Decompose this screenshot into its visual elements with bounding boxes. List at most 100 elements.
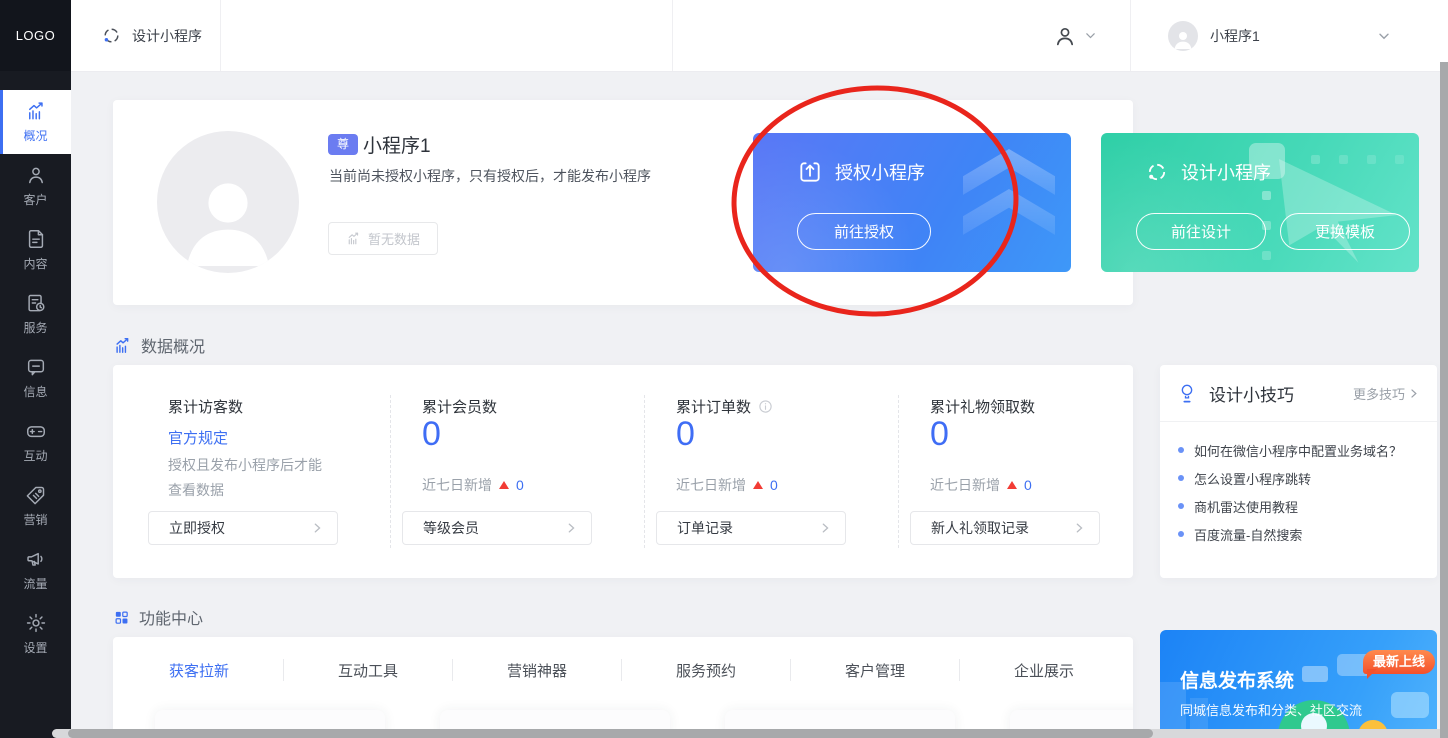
feature-center-title: 功能中心 — [113, 605, 203, 629]
more-tips-link[interactable]: 更多技巧 — [1353, 384, 1419, 403]
tip-link[interactable]: 如何在微信小程序中配置业务域名？ — [1178, 436, 1419, 464]
new-release-badge: 最新上线 — [1363, 650, 1435, 674]
stat-members: 累计会员数 0 近七日新增 0 等级会员 — [402, 365, 632, 578]
tab-customer-acquisition[interactable]: 获客拉新 — [115, 660, 283, 681]
chevron-right-icon — [565, 522, 577, 534]
sidebar-item-label: 流量 — [23, 575, 47, 592]
tip-link[interactable]: 怎么设置小程序跳转 — [1178, 464, 1419, 492]
go-design-button[interactable]: 前往设计 — [1136, 213, 1266, 250]
dashed-divider — [390, 395, 391, 548]
stat-gifts: 累计礼物领取数 0 近七日新增 0 新人礼领取记录 — [910, 365, 1140, 578]
chat-bubble-icon — [25, 356, 47, 378]
tips-title: 设计小技巧 — [1209, 381, 1294, 406]
stat-value: 0 — [676, 415, 695, 454]
design-miniprogram-card: 设计小程序 前往设计 更换模板 — [1101, 133, 1419, 272]
square-decoration — [1367, 155, 1376, 164]
design-card-title: 设计小程序 — [1181, 159, 1271, 185]
sidebar-item-label: 客户 — [23, 191, 47, 208]
gamepad-icon — [25, 420, 47, 442]
chart-icon — [113, 336, 132, 355]
bullet-dot — [1178, 475, 1184, 481]
tab-marketing-tools[interactable]: 营销神器 — [453, 660, 621, 681]
chevron-right-icon — [819, 522, 831, 534]
chevron-right-icon — [311, 522, 323, 534]
triangle-up-icon — [499, 481, 509, 489]
sidebar-item-label: 互动 — [23, 447, 47, 464]
tab-enterprise-display[interactable]: 企业展示 — [960, 660, 1128, 681]
header-nav-label: 设计小程序 — [132, 26, 202, 46]
vertical-scrollbar-thumb[interactable] — [1440, 62, 1448, 738]
triangle-up-icon — [1007, 481, 1017, 489]
tab-service-booking[interactable]: 服务预约 — [622, 660, 790, 681]
header-divider — [672, 0, 673, 71]
megaphone-icon — [25, 548, 47, 570]
upload-icon — [797, 159, 823, 185]
stat-value: 0 — [422, 415, 441, 454]
member-levels-button[interactable]: 等级会员 — [402, 511, 592, 545]
dashed-divider — [644, 395, 645, 548]
square-decoration — [1262, 191, 1271, 200]
data-overview-title: 数据概况 — [113, 333, 205, 357]
stat-note: 授权且发布小程序后才能查看数据 — [168, 453, 334, 503]
sidebar-item-messages[interactable]: 信息 — [0, 346, 71, 410]
app-window: LOGO 设计小程序 — [0, 0, 1448, 738]
person-icon — [25, 164, 47, 186]
change-template-button[interactable]: 更换模板 — [1280, 213, 1410, 250]
sidebar-item-settings[interactable]: 设置 — [0, 602, 71, 666]
square-decoration — [1339, 155, 1348, 164]
stat-value: 0 — [930, 415, 949, 454]
user-icon — [1053, 24, 1077, 48]
square-decoration — [1311, 155, 1320, 164]
tag-icon — [25, 484, 47, 506]
tip-link[interactable]: 商机雷达使用教程 — [1178, 492, 1419, 520]
sidebar-item-interaction[interactable]: 互动 — [0, 410, 71, 474]
authorize-now-button[interactable]: 立即授权 — [148, 511, 338, 545]
bullet-dot — [1178, 447, 1184, 453]
tab-customer-management[interactable]: 客户管理 — [791, 660, 959, 681]
sidebar-item-marketing[interactable]: 营销 — [0, 474, 71, 538]
sidebar-item-traffic[interactable]: 流量 — [0, 538, 71, 602]
stat-delta: 近七日新增 0 — [676, 475, 778, 495]
sidebar-item-customers[interactable]: 客户 — [0, 154, 71, 218]
sidebar-item-services[interactable]: 服务 — [0, 282, 71, 346]
info-publishing-banner[interactable]: 最新上线 信息发布系统 同城信息发布和分类、社区交流 — [1160, 630, 1437, 738]
official-rules-link[interactable]: 官方规定 — [168, 427, 228, 448]
account-switcher[interactable]: 小程序1 — [1168, 0, 1390, 71]
avatar — [157, 131, 299, 273]
avatar — [1168, 21, 1198, 51]
vip-badge: 尊 — [328, 134, 358, 155]
account-name: 小程序1 — [1210, 26, 1260, 46]
chat-bubble-decoration — [1302, 666, 1328, 682]
sidebar-item-content[interactable]: 内容 — [0, 218, 71, 282]
bullet-dot — [1178, 503, 1184, 509]
stat-orders: 累计订单数 0 近七日新增 0 订单记录 — [656, 365, 886, 578]
promo-title: 信息发布系统 — [1180, 666, 1294, 693]
stat-label: 累计礼物领取数 — [930, 396, 1035, 417]
authorize-miniprogram-card: 授权小程序 前往授权 — [753, 133, 1071, 272]
logo: LOGO — [0, 0, 71, 71]
sidebar-item-label: 信息 — [23, 383, 47, 400]
authorization-hint: 当前尚未授权小程序，只有授权后，才能发布小程序 — [329, 166, 651, 186]
sidebar-item-label: 概况 — [23, 127, 47, 144]
newcomer-gift-records-button[interactable]: 新人礼领取记录 — [910, 511, 1100, 545]
no-data-button[interactable]: 暂无数据 — [328, 222, 438, 255]
go-authorize-button[interactable]: 前往授权 — [797, 213, 931, 250]
feature-tabs: 获客拉新 互动工具 营销神器 服务预约 客户管理 企业展示 — [113, 655, 1133, 685]
tip-link[interactable]: 百度流量-自然搜索 — [1178, 520, 1419, 548]
header-divider — [220, 0, 221, 71]
user-menu[interactable] — [1053, 0, 1096, 71]
square-decoration — [1262, 251, 1271, 260]
info-icon[interactable] — [758, 399, 773, 414]
horizontal-scrollbar-thumb[interactable] — [68, 729, 1153, 738]
document-icon — [25, 228, 47, 250]
lightbulb-icon — [1178, 382, 1196, 404]
stat-label: 累计会员数 — [422, 396, 497, 417]
tips-header: 设计小技巧 更多技巧 — [1160, 365, 1437, 422]
order-records-button[interactable]: 订单记录 — [656, 511, 846, 545]
header-nav-design-miniprogram[interactable]: 设计小程序 — [101, 0, 202, 71]
chevron-right-icon — [1073, 522, 1085, 534]
sidebar-item-label: 营销 — [23, 511, 47, 528]
tab-interaction-tools[interactable]: 互动工具 — [284, 660, 452, 681]
sidebar-item-overview[interactable]: 概况 — [0, 90, 71, 154]
top-header: 设计小程序 小程序1 — [71, 0, 1448, 71]
